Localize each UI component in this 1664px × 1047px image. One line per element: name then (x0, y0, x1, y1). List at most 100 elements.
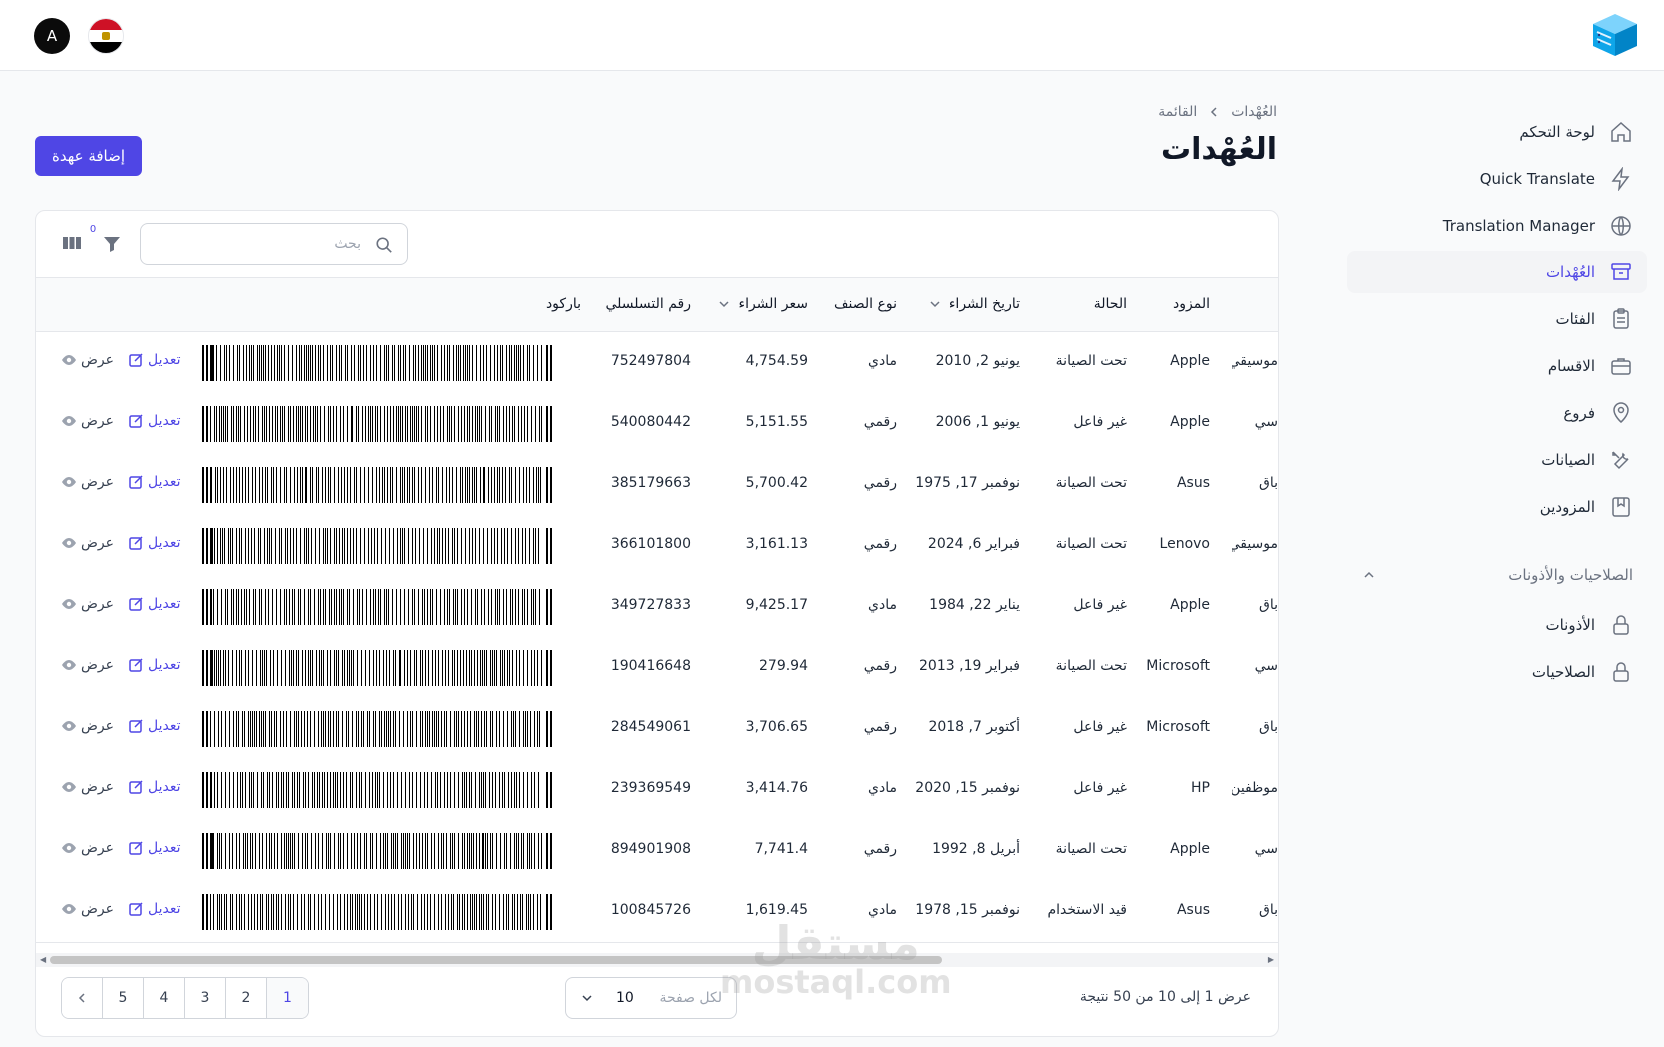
user-avatar[interactable]: A (34, 18, 70, 54)
chevron-left-icon (78, 993, 85, 1003)
sidebar-item-translation-manager[interactable]: Translation Manager (1347, 205, 1647, 247)
sidebar-item-quick-translate[interactable]: Quick Translate (1347, 158, 1647, 200)
server-cube-icon[interactable] (1590, 12, 1640, 58)
add-custody-button[interactable]: إضافة عهدة (35, 136, 142, 176)
egypt-flag-icon[interactable] (88, 18, 124, 54)
bookmark-book-icon (1612, 497, 1630, 517)
edit-label: تعديل (148, 413, 181, 429)
cell-first-column: باق (1258, 597, 1278, 613)
column-header-supplier[interactable]: المزود (1173, 296, 1210, 312)
edit-icon (129, 902, 143, 916)
sidebar-item-custodies[interactable]: العُهْدات (1347, 251, 1647, 293)
cell-supplier: Apple (1170, 353, 1210, 369)
edit-button[interactable]: تعديل (128, 596, 181, 612)
table-header: المزود الحالة تاريخ الشراء نوع الصنف سعر… (36, 278, 1278, 332)
edit-button[interactable]: تعديل (128, 413, 181, 429)
edit-button[interactable]: تعديل (128, 779, 181, 795)
horizontal-scrollbar[interactable]: ◀ ▶ (36, 953, 1278, 967)
cell-first-column: باق (1258, 719, 1278, 735)
breadcrumb-root[interactable]: العُهْدات (1231, 104, 1277, 120)
view-button[interactable]: عرض (61, 413, 114, 429)
column-header-status[interactable]: الحالة (1094, 296, 1127, 312)
edit-button[interactable]: تعديل (128, 535, 181, 551)
scroll-left-arrow-icon[interactable]: ◀ (40, 955, 46, 964)
pagination-page-5[interactable]: 5 (103, 978, 144, 1018)
eye-icon (62, 477, 76, 487)
sidebar-item-dashboard[interactable]: لوحة التحكم (1347, 111, 1647, 153)
pagination-page-4[interactable]: 4 (144, 978, 185, 1018)
cell-purchase-date: أكتوبر 7, 2018 (928, 719, 1020, 735)
cell-purchase-date: يونيو 1, 2006 (935, 414, 1020, 430)
view-button[interactable]: عرض (61, 535, 114, 551)
sidebar-item-permissions[interactable]: الأذونات (1347, 604, 1647, 646)
sidebar-item-label: الاقسام (1547, 357, 1595, 375)
scroll-right-arrow-icon[interactable]: ▶ (1268, 955, 1274, 964)
view-button[interactable]: عرض (61, 596, 114, 612)
view-button[interactable]: عرض (61, 352, 114, 368)
view-label: عرض (81, 901, 115, 917)
table-card: 0 المزود الحالة تاريخ الشراء نوع الصنف س… (35, 210, 1279, 1037)
cell-serial-number: 190416648 (610, 658, 691, 674)
view-button[interactable]: عرض (61, 474, 114, 490)
edit-label: تعديل (148, 352, 181, 368)
cell-first-column: سي (1254, 841, 1278, 857)
pagination-page-3[interactable]: 3 (185, 978, 226, 1018)
view-button[interactable]: عرض (61, 718, 114, 734)
edit-label: تعديل (148, 779, 181, 795)
edit-button[interactable]: تعديل (128, 352, 181, 368)
column-header-purchase-price[interactable]: سعر الشراء (718, 296, 808, 312)
view-button[interactable]: عرض (61, 657, 114, 673)
edit-button[interactable]: تعديل (128, 840, 181, 856)
cell-item-type: رقمي (863, 719, 897, 735)
edit-button[interactable]: تعديل (128, 474, 181, 490)
columns-icon[interactable] (62, 233, 82, 253)
view-button[interactable]: عرض (61, 779, 114, 795)
watermark-latin: mostaql.com (720, 963, 952, 1001)
sidebar-item-categories[interactable]: الفئات (1347, 298, 1647, 340)
search-input[interactable] (151, 224, 361, 264)
cell-first-column: باق (1258, 902, 1278, 918)
sidebar: لوحة التحكم Quick Translate Translation … (1324, 71, 1664, 1047)
search-box (140, 223, 408, 265)
table-row: باق Asus قيد الاستخدام نوفمبر 15, 1978 مادي 1… (36, 881, 1278, 943)
view-button[interactable]: عرض (61, 901, 114, 917)
edit-button[interactable]: تعديل (128, 657, 181, 673)
cell-first-column: موظفين (1232, 780, 1278, 796)
per-page-select[interactable]: لكل صفحة 10 (565, 977, 737, 1019)
sidebar-item-departments[interactable]: الاقسام (1347, 345, 1647, 387)
sidebar-item-suppliers[interactable]: المزودين (1347, 486, 1647, 528)
column-header-purchase-date[interactable]: تاريخ الشراء (929, 296, 1020, 312)
pagination-page-2[interactable]: 2 (226, 978, 267, 1018)
cell-item-type: رقمي (863, 841, 897, 857)
sidebar-item-branches[interactable]: فروع (1347, 392, 1647, 434)
edit-button[interactable]: تعديل (128, 718, 181, 734)
column-header-item-type[interactable]: نوع الصنف (834, 296, 897, 312)
sidebar-item-label: الأذونات (1545, 616, 1595, 634)
search-icon (376, 237, 392, 253)
view-label: عرض (81, 718, 115, 734)
cell-purchase-date: فبراير 19, 2013 (919, 658, 1020, 674)
edit-label: تعديل (148, 474, 181, 490)
pagination-page-1[interactable]: 1 (267, 978, 308, 1018)
sidebar-group-permissions[interactable]: الصلاحيات والأذونات (1347, 557, 1647, 593)
edit-icon (129, 719, 143, 733)
pagination-next-button[interactable] (62, 978, 103, 1018)
filter-icon[interactable] (102, 234, 122, 254)
cell-status: تحت الصيانة (1055, 658, 1127, 674)
sidebar-item-roles[interactable]: الصلاحيات (1347, 651, 1647, 693)
edit-button[interactable]: تعديل (128, 901, 181, 917)
briefcase-icon (1611, 358, 1631, 375)
sidebar-item-maintenance[interactable]: الصيانات (1347, 439, 1647, 481)
cell-item-type: رقمي (863, 536, 897, 552)
eye-icon (62, 782, 76, 792)
column-header-barcode[interactable]: باركود (546, 296, 581, 312)
barcode-image (202, 650, 552, 686)
edit-icon (129, 414, 143, 428)
eye-icon (62, 904, 76, 914)
column-header-serial-number[interactable]: رقم التسلسلي (605, 296, 691, 312)
edit-label: تعديل (148, 901, 181, 917)
tools-icon (1612, 451, 1629, 470)
cell-purchase-date: أبريل 8, 1992 (932, 841, 1020, 857)
edit-icon (129, 475, 143, 489)
view-button[interactable]: عرض (61, 840, 114, 856)
